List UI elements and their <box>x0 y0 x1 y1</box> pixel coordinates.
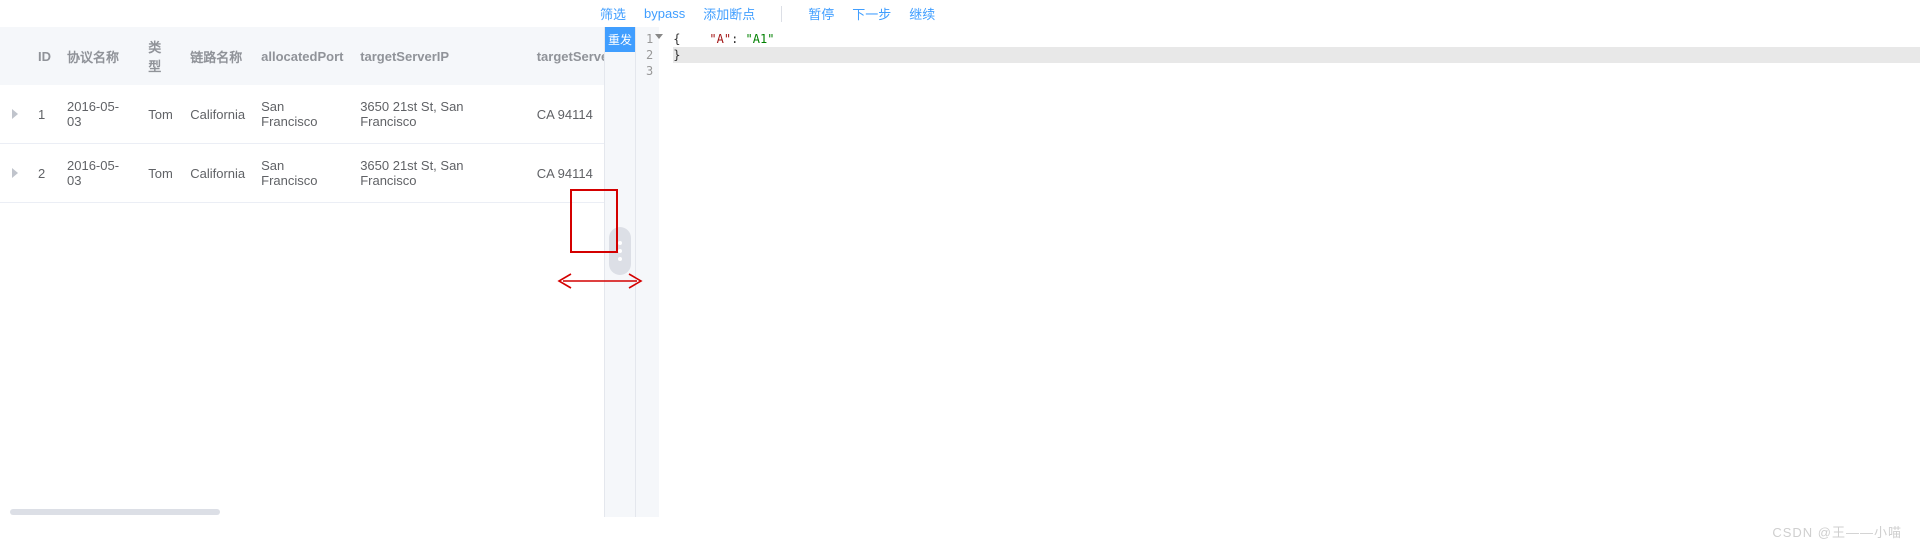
editor-content[interactable]: { "A": "A1" } <box>659 27 1920 517</box>
splitter-drag-handle[interactable] <box>609 227 631 275</box>
table-row[interactable]: 2 2016-05-03 Tom California San Francisc… <box>0 144 604 203</box>
cell-protocol: 2016-05-03 <box>59 144 140 203</box>
cell-ip: 3650 21st St, San Francisco <box>352 144 529 203</box>
cell-port: San Francisco <box>253 144 352 203</box>
table-row[interactable]: 1 2016-05-03 Tom California San Francisc… <box>0 85 604 144</box>
next-step-link[interactable]: 下一步 <box>852 4 891 23</box>
add-breakpoint-link[interactable]: 添加断点 <box>703 4 755 23</box>
col-id[interactable]: ID <box>30 27 59 85</box>
fold-icon[interactable] <box>655 34 663 39</box>
cell-link: California <box>182 85 253 144</box>
code-string: "A1" <box>746 32 775 46</box>
cell-port: San Francisco <box>253 85 352 144</box>
line-number: 3 <box>646 63 653 79</box>
col-p[interactable]: targetServerP <box>529 27 604 85</box>
col-type[interactable]: 类型 <box>140 27 182 85</box>
table-header-row: ID 协议名称 类型 链路名称 allocatedPort targetServ… <box>0 27 604 85</box>
cell-ip: 3650 21st St, San Francisco <box>352 85 529 144</box>
line-number: 1 <box>646 31 653 47</box>
chevron-right-icon <box>12 109 18 119</box>
editor-gutter: 1 2 3 <box>636 27 659 517</box>
code-brace: { <box>673 32 680 46</box>
continue-link[interactable]: 继续 <box>909 4 935 23</box>
cell-link: California <box>182 144 253 203</box>
cell-protocol: 2016-05-03 <box>59 85 140 144</box>
line-number: 2 <box>646 47 653 63</box>
col-port[interactable]: allocatedPort <box>253 27 352 85</box>
horizontal-scrollbar[interactable] <box>10 507 580 517</box>
col-expand <box>0 27 30 85</box>
splitter-panel: 重发 <box>604 27 636 517</box>
main-split: ID 协议名称 类型 链路名称 allocatedPort targetServ… <box>0 27 1920 517</box>
json-editor[interactable]: 1 2 3 { "A": "A1" } <box>636 27 1920 517</box>
chevron-right-icon <box>12 168 18 178</box>
expand-toggle[interactable] <box>0 85 30 144</box>
resend-button[interactable]: 重发 <box>605 27 635 52</box>
filter-link[interactable]: 筛选 <box>600 4 626 23</box>
scrollbar-thumb[interactable] <box>10 509 220 515</box>
cell-p: CA 94114 <box>529 85 604 144</box>
expand-toggle[interactable] <box>0 144 30 203</box>
col-link[interactable]: 链路名称 <box>182 27 253 85</box>
watermark: CSDN @王——小喵 <box>1772 522 1902 541</box>
code-brace: } <box>673 48 680 62</box>
cell-type: Tom <box>140 144 182 203</box>
toolbar-separator <box>781 6 782 22</box>
col-protocol[interactable]: 协议名称 <box>59 27 140 85</box>
bypass-link[interactable]: bypass <box>644 6 685 21</box>
cell-type: Tom <box>140 85 182 144</box>
cell-id: 1 <box>30 85 59 144</box>
code-key: "A" <box>709 32 731 46</box>
pause-link[interactable]: 暂停 <box>808 4 834 23</box>
request-table: ID 协议名称 类型 链路名称 allocatedPort targetServ… <box>0 27 604 203</box>
code-colon: : <box>731 32 745 46</box>
cell-id: 2 <box>30 144 59 203</box>
debug-toolbar: 筛选 bypass 添加断点 暂停 下一步 继续 <box>0 0 1920 27</box>
cell-p: CA 94114 <box>529 144 604 203</box>
request-table-panel: ID 协议名称 类型 链路名称 allocatedPort targetServ… <box>0 27 604 517</box>
col-ip[interactable]: targetServerIP <box>352 27 529 85</box>
